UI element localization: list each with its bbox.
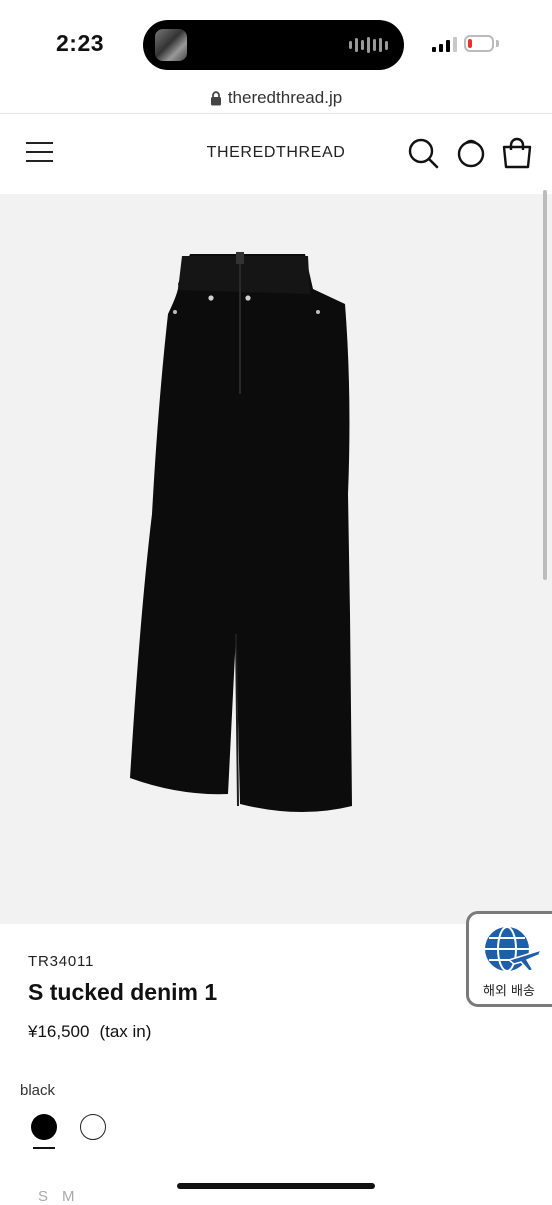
cellular-signal-icon	[432, 36, 457, 52]
lock-icon	[210, 90, 221, 105]
tax-note: (tax in)	[99, 1022, 152, 1041]
selected-swatch-indicator	[33, 1147, 55, 1149]
battery-tip	[496, 40, 499, 47]
status-bar: 2:23	[0, 0, 552, 84]
dynamic-island[interactable]	[143, 20, 404, 70]
overseas-shipping-badge[interactable]: 해외 배송	[466, 911, 552, 1007]
size-option-s[interactable]: S	[38, 1188, 62, 1205]
product-photo-pants	[130, 252, 352, 813]
search-icon[interactable]	[406, 136, 440, 170]
size-options: SM	[38, 1188, 89, 1205]
shopping-bag-icon[interactable]	[500, 136, 534, 170]
audio-waveform-icon	[349, 36, 388, 54]
product-price-row: ¥16,500 (tax in)	[28, 1022, 151, 1042]
color-swatch-white[interactable]	[80, 1114, 106, 1140]
selected-color-label: black	[20, 1082, 56, 1099]
product-title: S tucked denim 1	[28, 979, 218, 1005]
page-scrollbar[interactable]	[543, 190, 547, 580]
product-price: ¥16,500	[28, 1022, 90, 1041]
site-header: THEREDTHREAD	[0, 114, 552, 194]
address-bar[interactable]: theredthread.jp	[0, 84, 552, 112]
url-text: theredthread.jp	[227, 88, 343, 107]
battery-icon	[464, 35, 494, 52]
home-indicator[interactable]	[177, 1183, 375, 1189]
now-playing-artwork	[155, 29, 187, 61]
product-image[interactable]	[0, 194, 552, 924]
product-sku: TR34011	[28, 953, 95, 970]
account-circle-icon[interactable]	[454, 136, 488, 170]
globe-airplane-icon	[485, 926, 543, 972]
overseas-shipping-label: 해외 배송	[483, 984, 535, 999]
status-time: 2:23	[56, 30, 105, 56]
size-option-m[interactable]: M	[62, 1188, 89, 1205]
color-swatch-black[interactable]	[31, 1114, 57, 1140]
